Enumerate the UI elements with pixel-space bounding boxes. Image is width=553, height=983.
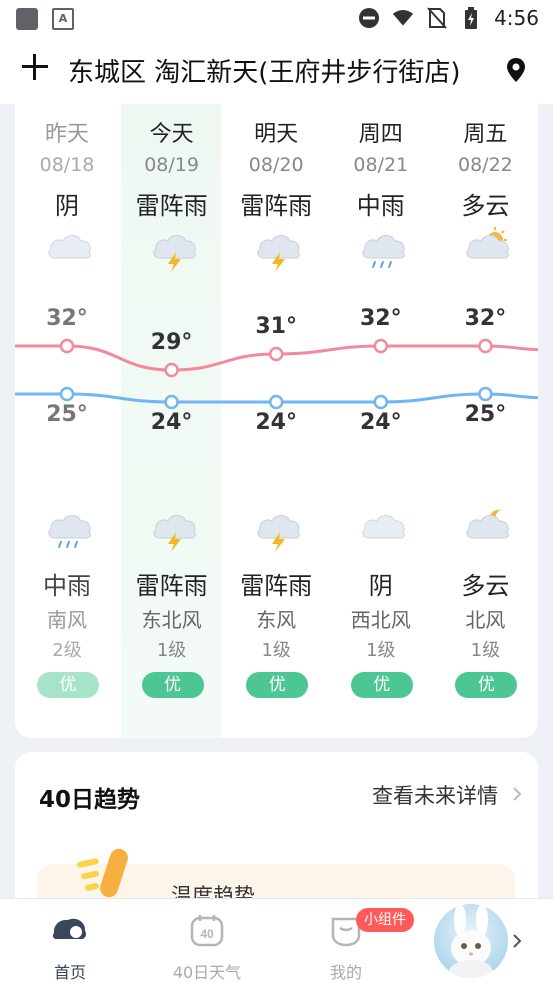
day-date: 08/18 (39, 154, 95, 176)
aqi-badge[interactable]: 优 (350, 672, 413, 698)
thunderstorm-icon (254, 504, 302, 552)
home-cloud-icon (52, 918, 86, 939)
day-date: 08/22 (458, 154, 513, 176)
wind-direction: 北风 (465, 608, 506, 632)
day-name: 昨天 (44, 122, 89, 147)
wifi-icon (392, 7, 414, 29)
thunderstorm-icon (150, 224, 198, 272)
cloudy-icon (45, 224, 93, 272)
translate-a-icon: A (52, 8, 74, 30)
widget-badge[interactable]: 小组件 (356, 908, 414, 932)
day-condition: 中雨 (356, 192, 405, 220)
night-condition: 雷阵雨 (240, 572, 313, 600)
night-condition: 雷阵雨 (135, 572, 208, 600)
nav-label-home: 首页 (53, 963, 86, 982)
partly-cloudy-day-icon (463, 224, 511, 272)
day-column[interactable]: 周五 08/22 多云 多云 北风 1级优 (433, 104, 537, 738)
day-condition: 雷阵雨 (135, 192, 208, 220)
do-not-disturb-icon (358, 7, 380, 29)
location-pin-icon[interactable] (506, 58, 530, 84)
aqi-badge[interactable]: 优 (37, 672, 99, 698)
status-bar: A 4:56 (0, 0, 553, 38)
chevron-right-icon[interactable] (513, 934, 522, 948)
nav-label-40day: 40日天气 (172, 963, 242, 982)
forecast-card[interactable]: 32° 25° 29° 24° 31° 24° 32° 24° 32° 25° 昨天 08/18 阴中… (15, 104, 538, 738)
night-condition: 多云 (461, 572, 510, 600)
no-sim-icon (426, 7, 448, 29)
weather-app-screen: A 4:56 东城区 淘汇新天(王府井步行街店) 32° 25° 29° 24°… (0, 0, 553, 983)
trend-more-link[interactable]: 查看未来详情 (372, 780, 498, 810)
day-condition: 雷阵雨 (240, 192, 313, 220)
status-time: 4:56 (494, 6, 539, 30)
nav-item-home[interactable]: 首页 (30, 913, 110, 983)
wind-direction: 南风 (47, 608, 87, 632)
wind-level: 2级 (52, 640, 82, 661)
plus-icon[interactable] (20, 52, 50, 82)
day-date: 08/21 (353, 154, 409, 176)
wind-direction: 西北风 (350, 608, 411, 632)
day-name: 周五 (463, 122, 508, 147)
day-condition: 阴 (55, 192, 79, 220)
wind-direction: 东北风 (141, 608, 202, 632)
svg-text:40: 40 (200, 927, 214, 941)
day-column[interactable]: 今天 08/19 雷阵雨 雷阵雨 东北风 1级优 (120, 104, 224, 738)
day-name: 今天 (149, 122, 194, 147)
wind-level: 1级 (156, 640, 187, 661)
thunderstorm-icon (150, 504, 198, 552)
day-date: 08/20 (248, 154, 304, 176)
battery-charging-icon (460, 7, 482, 29)
bunny-mascot-icon (449, 904, 493, 978)
location-title[interactable]: 东城区 淘汇新天(王府井步行街店) (68, 52, 461, 89)
nav-item-40day[interactable]: 40 40日天气 (167, 913, 247, 983)
moderate-rain-icon (45, 504, 93, 552)
aqi-badge[interactable]: 优 (455, 672, 518, 698)
nav-label-profile: 我的 (329, 963, 362, 982)
day-column[interactable]: 昨天 08/18 阴中雨南风 2级优 (15, 104, 119, 738)
location-header: 东城区 淘汇新天(王府井步行街店) (0, 38, 553, 104)
day-date: 08/19 (144, 154, 199, 176)
thunderstorm-icon (254, 224, 302, 272)
day-condition: 多云 (461, 192, 510, 220)
wind-level: 1级 (261, 640, 291, 661)
wind-direction: 东风 (256, 608, 297, 632)
night-condition: 阴 (368, 572, 393, 600)
calendar-40-icon: 40 (190, 915, 224, 947)
day-column[interactable]: 周四 08/21 中雨阴西北风 1级优 (329, 104, 433, 738)
moderate-rain-icon (359, 224, 407, 272)
day-name: 周四 (358, 122, 403, 147)
chevron-right-icon[interactable] (512, 787, 522, 801)
wind-level: 1级 (366, 640, 396, 661)
status-right: 4:56 (358, 6, 539, 30)
day-name: 明天 (254, 122, 299, 147)
app-square-icon (16, 8, 38, 30)
trend-title: 40日趋势 (39, 787, 141, 813)
status-left: A (16, 8, 74, 30)
cloudy-icon (359, 504, 407, 552)
aqi-badge[interactable]: 优 (141, 672, 204, 698)
partly-cloudy-night-icon (463, 504, 511, 552)
night-condition: 中雨 (43, 572, 91, 600)
mascot-avatar[interactable] (434, 904, 508, 978)
wind-level: 1级 (470, 640, 501, 661)
aqi-badge[interactable]: 优 (246, 672, 309, 698)
day-column[interactable]: 明天 08/20 雷阵雨 雷阵雨 东风 1级优 (224, 104, 328, 738)
